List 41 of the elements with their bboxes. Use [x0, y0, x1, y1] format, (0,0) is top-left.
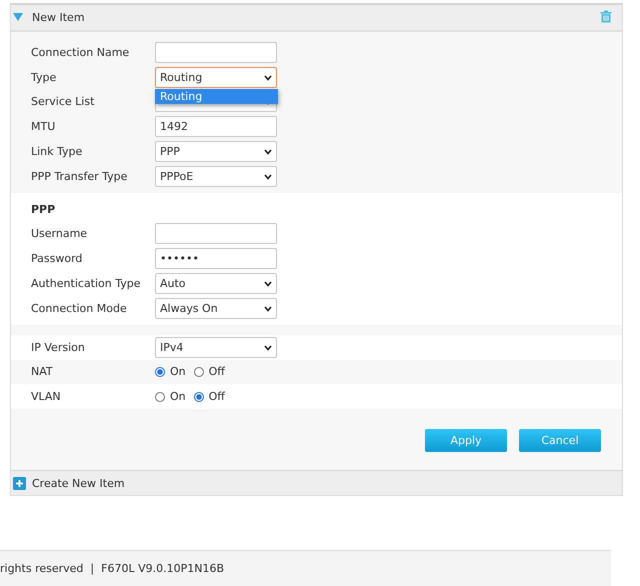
- field-label: Password: [31, 252, 84, 266]
- radio-button[interactable]: [155, 392, 165, 402]
- dropdown[interactable]: Always On: [155, 298, 277, 319]
- radio-label[interactable]: Off: [208, 390, 225, 404]
- separator: |: [90, 562, 94, 576]
- section-heading: PPP: [31, 202, 56, 216]
- dropdown[interactable]: IPv4: [155, 336, 277, 358]
- dropdown-option[interactable]: Routing: [155, 88, 278, 104]
- input-field[interactable]: [155, 223, 277, 244]
- field-label: Link Type: [31, 145, 84, 158]
- dropdown[interactable]: Routing: [155, 66, 277, 88]
- trash-icon[interactable]: [600, 10, 612, 22]
- field-label: Service List: [31, 95, 96, 108]
- field-label: IP Version: [31, 340, 86, 354]
- field-label: Username: [31, 227, 88, 240]
- field-label: Connection Name: [31, 46, 130, 59]
- field-label: MTU: [31, 120, 56, 134]
- radio-label[interactable]: On: [170, 365, 186, 378]
- radio-label[interactable]: On: [170, 390, 186, 404]
- radio-label[interactable]: Off: [208, 365, 225, 378]
- create-item-link[interactable]: Create New Item: [32, 476, 125, 490]
- field-label: Type: [31, 70, 58, 84]
- input-field[interactable]: [155, 42, 277, 63]
- field-label: VLAN: [31, 390, 62, 404]
- field-label: NAT: [31, 365, 54, 378]
- dropdown[interactable]: PPP: [155, 141, 277, 162]
- field-label: PPP Transfer Type: [31, 170, 128, 183]
- input-field[interactable]: 1492: [155, 116, 277, 138]
- password-field[interactable]: ••••••: [155, 248, 277, 270]
- radio-button[interactable]: [194, 392, 204, 402]
- radio-button[interactable]: [194, 366, 204, 377]
- field-label: Connection Mode: [31, 302, 128, 315]
- copyright-text: rights reserved: [0, 562, 84, 576]
- field-label: Authentication Type: [31, 277, 142, 290]
- dropdown[interactable]: Auto: [155, 273, 277, 294]
- firmware-version: F670L V9.0.10P1N16B: [101, 562, 224, 576]
- plus-icon[interactable]: [13, 476, 26, 490]
- radio-button[interactable]: [155, 366, 165, 377]
- dropdown[interactable]: PPPoE: [155, 166, 277, 187]
- item-title: New Item: [32, 11, 86, 24]
- collapse-triangle-icon[interactable]: [13, 13, 23, 21]
